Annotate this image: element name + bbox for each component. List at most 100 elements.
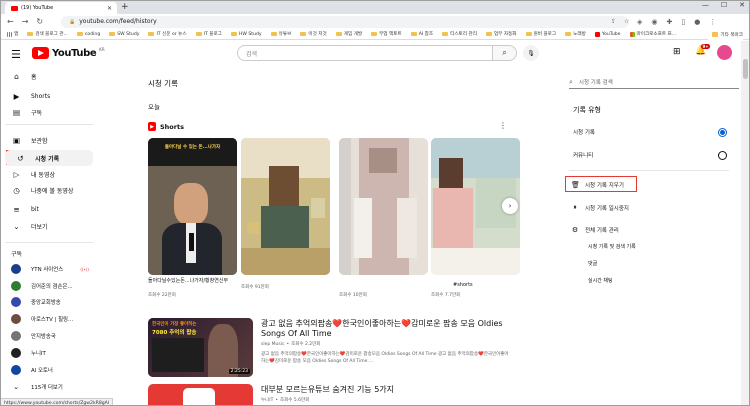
bookmark-item[interactable]: YouTube: [594, 31, 621, 37]
scrollbar-thumb[interactable]: [742, 59, 748, 79]
search-icon: ⌕: [502, 48, 507, 57]
subscription-item[interactable]: AI 오토너: [1, 362, 97, 378]
radio-watch-history[interactable]: 시청 기록: [573, 126, 727, 138]
bookmark-item[interactable]: coding: [76, 32, 100, 37]
bookmark-item[interactable]: 검색 블로그 관...: [27, 31, 68, 37]
sidebar-item[interactable]: ▷ 내 동영상: [1, 166, 97, 182]
puzzle-icon[interactable]: ✚: [667, 18, 673, 26]
bookmark-star-icon[interactable]: ☆: [624, 18, 629, 25]
folder-icon: [371, 31, 378, 37]
other-bookmarks[interactable]: 기타 북마크: [708, 29, 743, 40]
manage-history-button[interactable]: ⚙ 전체 기록 관리: [571, 224, 619, 235]
bookmark-item[interactable]: 업무 자동화: [485, 31, 517, 37]
forward-icon[interactable]: →: [22, 17, 29, 26]
subscription-item[interactable]: 아로스TV | 힐링...: [1, 311, 97, 327]
video-thumbnail[interactable]: [148, 384, 253, 405]
bookmark-item[interactable]: 노래방: [565, 31, 586, 37]
scrollbar[interactable]: [741, 41, 749, 405]
subscription-label: AI 오토너: [31, 368, 53, 374]
sidebar-item[interactable]: ⌄ 더보기: [1, 218, 97, 234]
extension-icon[interactable]: ◈: [637, 18, 642, 26]
subscription-item[interactable]: 누니IT: [1, 345, 97, 361]
sidebar-item-label: bit: [31, 205, 39, 213]
chrome-menu-icon[interactable]: ⋮: [709, 18, 716, 26]
bookmark-item[interactable]: 앱: [7, 31, 18, 37]
video-views: 조회수 2.2만회: [291, 342, 321, 347]
bookmark-item[interactable]: 유튜브: [270, 31, 291, 37]
sidebar-item[interactable]: ⌂ 홈: [1, 68, 97, 84]
more-options-icon[interactable]: ⋮: [499, 121, 507, 130]
minimize-icon[interactable]: —: [702, 1, 709, 9]
pause-history-button[interactable]: ⏸ 시청 기록 일시중지: [571, 202, 629, 213]
profile-icon[interactable]: ●: [694, 18, 700, 26]
account-avatar[interactable]: [717, 45, 732, 60]
subscription-label: 안지방송국: [31, 334, 56, 340]
reload-icon[interactable]: ↻: [36, 17, 43, 26]
sub-link[interactable]: 시청 기록 및 검색 기록: [588, 243, 636, 250]
short-thumbnail[interactable]: 돌아다닐 수 있는 돈...나가자: [148, 138, 237, 275]
short-title[interactable]: 돌아다닐수있는돈...나가자/황창연신부: [148, 278, 237, 285]
extension-icon[interactable]: ◉: [651, 18, 657, 26]
browser-tab[interactable]: (19) YouTube ✕: [5, 2, 117, 14]
subscription-item[interactable]: 김어준의 겸손은...: [1, 278, 97, 294]
channel-avatar: [11, 297, 21, 307]
sidebar-item[interactable]: ▶ Shorts: [1, 88, 97, 104]
sidepanel-icon[interactable]: ▯: [681, 18, 685, 26]
subscription-item[interactable]: 중앙교회방송: [1, 294, 97, 310]
sidebar-item[interactable]: ≡ bit: [1, 201, 97, 217]
close-tab-icon[interactable]: ✕: [107, 5, 112, 12]
clear-history-button[interactable]: 🗑 시청 기록 지우기: [571, 179, 624, 190]
video-title[interactable]: 대부분 모르는유튜브 숨겨진 기능 5가지: [261, 385, 506, 395]
video-channel[interactable]: slep Music: [261, 342, 284, 347]
subscription-item[interactable]: ⌄ 115개 더보기: [1, 379, 97, 395]
lock-icon[interactable]: 🔒: [69, 19, 75, 25]
subscription-item[interactable]: 안지방송국: [1, 328, 97, 344]
video-channel[interactable]: 누니IT: [261, 397, 273, 403]
sidebar-divider: [5, 242, 93, 243]
search-button[interactable]: ⌕: [492, 45, 517, 61]
close-window-icon[interactable]: ✕: [739, 1, 745, 9]
sub-link[interactable]: 댓글: [588, 260, 597, 267]
video-title[interactable]: 광고 없음 추억의팝송❤️한국인이좋아하는❤️감미로운 팝송 모음 Oldies…: [261, 319, 506, 339]
sidebar-item[interactable]: ▣ 보관함: [1, 132, 97, 148]
short-title[interactable]: #shorts: [453, 282, 542, 289]
url-text: youtube.com/feed/history: [79, 18, 157, 25]
radio-unselected-icon[interactable]: [718, 150, 727, 160]
bookmark-item[interactable]: 게임 개발: [335, 31, 362, 37]
back-icon[interactable]: ←: [7, 17, 14, 26]
bookmark-item[interactable]: 원버 블로그: [525, 31, 556, 37]
youtube-logo[interactable]: YouTube KR: [32, 46, 105, 60]
bookmark-item[interactable]: 이것 저것: [300, 31, 327, 37]
address-bar[interactable]: 🔒 youtube.com/feed/history: [61, 15, 629, 28]
hamburger-menu-icon[interactable]: ☰: [11, 48, 21, 61]
new-tab-button[interactable]: +: [121, 2, 129, 12]
tab-title: (19) YouTube: [21, 5, 54, 11]
short-thumbnail[interactable]: [241, 138, 330, 275]
bookmark-item[interactable]: HW Study: [230, 32, 262, 37]
video-thumbnail[interactable]: 한국인이 가장 좋아하는 7080 추억의 팝송 2:25:23: [148, 318, 253, 377]
bookmark-item[interactable]: SW Study: [109, 32, 139, 37]
bookmark-item[interactable]: AI 참조: [410, 31, 433, 37]
bookmark-item[interactable]: IT 신문 or 뉴스: [148, 31, 187, 37]
radio-selected-icon[interactable]: [718, 127, 727, 137]
next-arrow-button[interactable]: ›: [502, 198, 518, 214]
sidebar-item-label: 홈: [31, 73, 37, 81]
create-video-icon[interactable]: ⊞: [673, 47, 681, 57]
sub-link[interactable]: 실시간 채팅: [588, 277, 613, 284]
bookmark-item[interactable]: IT 블로그: [195, 31, 222, 37]
history-search-input[interactable]: ⌕ 시청 기록 검색: [569, 76, 739, 89]
subscription-item[interactable]: YTN 사이언스 ((•)): [1, 261, 97, 277]
bookmark-item[interactable]: 티스토리 관리: [442, 31, 477, 37]
short-thumbnail[interactable]: [339, 138, 428, 275]
maximize-icon[interactable]: ☐: [721, 1, 727, 9]
bookmark-label: 이것 저것: [308, 32, 327, 37]
share-icon[interactable]: ⇪: [611, 18, 616, 25]
search-input[interactable]: 검색: [237, 45, 493, 61]
sidebar-item[interactable]: ◷ 나중에 볼 동영상: [1, 182, 97, 198]
radio-community[interactable]: 커뮤니티: [573, 149, 727, 161]
sidebar-item[interactable]: ▤ 구독: [1, 104, 97, 120]
voice-search-button[interactable]: 🎙: [523, 45, 539, 61]
sidebar-item[interactable]: ↺ 시청 기록: [5, 150, 93, 166]
bookmark-item[interactable]: 마이크로소프트 프...: [629, 31, 676, 37]
bookmark-item[interactable]: 부업 액토트: [371, 31, 402, 37]
